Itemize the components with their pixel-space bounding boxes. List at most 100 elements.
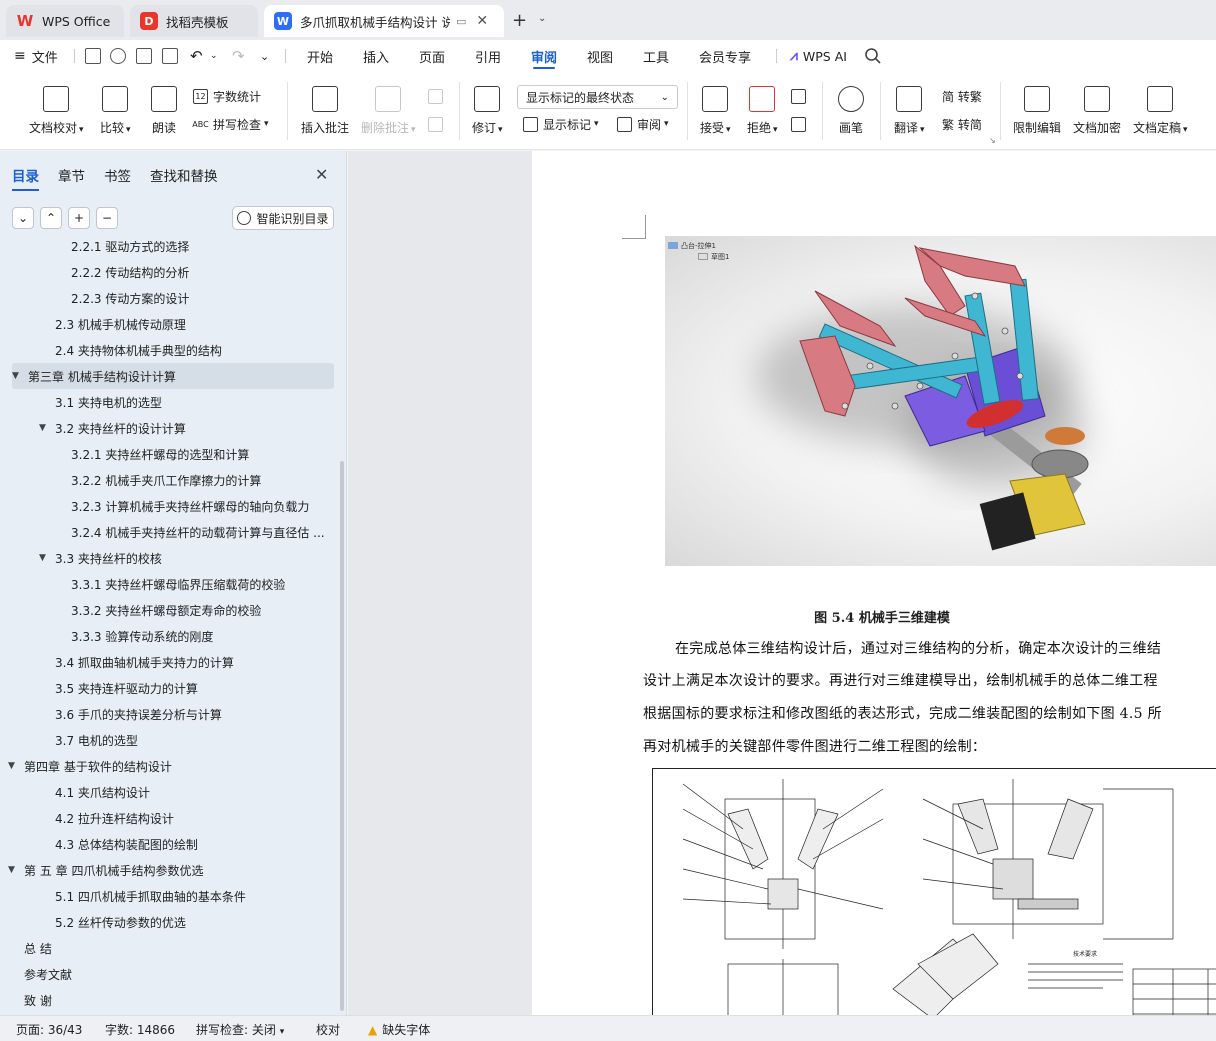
word-count-button[interactable]: 12 字数统计 bbox=[193, 86, 261, 106]
markup-state-select[interactable]: 显示标记的最终状态 ⌄ bbox=[517, 85, 678, 109]
read-aloud-button[interactable]: 朗读 bbox=[151, 72, 177, 136]
proofread-button[interactable]: 文档校对 ▾ bbox=[29, 72, 84, 136]
print-preview-icon[interactable] bbox=[162, 48, 178, 64]
toc-item[interactable]: ▼ 3.2 夹持丝杆的设计计算 bbox=[39, 415, 186, 441]
save-icon[interactable] bbox=[85, 48, 101, 64]
toc-item[interactable]: 2.2.1 驱动方式的选择 bbox=[71, 241, 189, 259]
delete-comment-button[interactable]: 删除批注 ▾ bbox=[361, 72, 416, 136]
tab-wps-office[interactable]: W WPS Office bbox=[6, 5, 124, 37]
toc-item[interactable]: ▼ 第 五 章 四爪机械手结构参数优选 bbox=[8, 857, 203, 883]
word-count[interactable]: 字数: 14866 bbox=[105, 1021, 175, 1038]
collapse-up-button[interactable]: ⌃ bbox=[40, 207, 62, 229]
nav-scrollbar[interactable] bbox=[340, 461, 344, 1011]
reject-button[interactable]: 拒绝 ▾ bbox=[747, 72, 778, 136]
tab-toc[interactable]: 目录 bbox=[12, 165, 39, 191]
toc-item[interactable]: 总 结 bbox=[24, 935, 52, 961]
expand-arrow-icon[interactable]: ▼ bbox=[12, 371, 20, 381]
document-page[interactable]: 凸台-拉伸1 草图1 图 5.4 机械手三维建模 在完成总体三维结构设计后，通过… bbox=[532, 151, 1216, 1015]
spell-check-button[interactable]: ABC 拼写检查 ▾ bbox=[192, 114, 268, 134]
tab-start[interactable]: 开始 bbox=[307, 40, 333, 72]
collapse-down-button[interactable]: ⌄ bbox=[12, 207, 34, 229]
expand-arrow-icon[interactable]: ▼ bbox=[39, 553, 47, 563]
page-indicator[interactable]: 页面: 36/43 bbox=[16, 1021, 82, 1038]
toc-item[interactable]: 2.2.2 传动结构的分析 bbox=[71, 259, 189, 285]
close-icon[interactable]: ✕ bbox=[315, 165, 328, 184]
toc-item[interactable]: 3.3.3 验算传动系统的刚度 bbox=[71, 623, 213, 649]
toc-item[interactable]: 致 谢 bbox=[24, 987, 52, 1013]
next-change-button[interactable] bbox=[791, 114, 811, 134]
proofread-status[interactable]: 校对 bbox=[316, 1021, 340, 1038]
to-simplified-button[interactable]: 繁 转简 bbox=[942, 114, 982, 134]
tab-chapters[interactable]: 章节 bbox=[58, 165, 85, 189]
compare-button[interactable]: 比较 ▾ bbox=[100, 72, 131, 136]
smart-toc-button[interactable]: 智能识别目录 bbox=[232, 206, 334, 230]
share-icon[interactable] bbox=[110, 48, 126, 64]
toc-item[interactable]: 2.4 夹持物体机械手典型的结构 bbox=[55, 337, 222, 363]
toc-item[interactable]: 4.2 拉升连杆结构设计 bbox=[55, 805, 174, 831]
toc-item[interactable]: ▼ 3.3 夹持丝杆的校核 bbox=[39, 545, 162, 571]
toc-item[interactable]: 3.4 抓取曲轴机械手夹持力的计算 bbox=[55, 649, 234, 675]
tab-bookmarks[interactable]: 书签 bbox=[104, 165, 131, 189]
toc-item[interactable]: ▼ 第四章 基于软件的结构设计 bbox=[8, 753, 172, 779]
toc-item[interactable]: 3.2.4 机械手夹持丝杆的动载荷计算与直径估 ... bbox=[71, 519, 325, 545]
toc-item[interactable]: 3.7 电机的选型 bbox=[55, 727, 138, 753]
toc-item[interactable]: 4.3 总体结构装配图的绘制 bbox=[55, 831, 198, 857]
toc-item[interactable]: 3.5 夹持连杆驱动力的计算 bbox=[55, 675, 198, 701]
tab-insert[interactable]: 插入 bbox=[363, 40, 389, 72]
print-icon[interactable] bbox=[136, 48, 152, 64]
toc-item[interactable]: 3.3.2 夹持丝杆螺母额定寿命的校验 bbox=[71, 597, 261, 623]
restrict-edit-button[interactable]: 限制编辑 bbox=[1013, 72, 1061, 136]
toc-item[interactable]: 5.1 四爪机械手抓取曲轴的基本条件 bbox=[55, 883, 246, 909]
revise-button[interactable]: 修订 ▾ bbox=[472, 72, 503, 136]
toc-item[interactable]: 2.3 机械手机械传动原理 bbox=[55, 311, 186, 337]
document-area[interactable]: 凸台-拉伸1 草图1 图 5.4 机械手三维建模 在完成总体三维结构设计后，通过… bbox=[348, 151, 1216, 1015]
missing-font-status[interactable]: ▲ 缺失字体 bbox=[368, 1021, 430, 1038]
undo-icon[interactable]: ↶ bbox=[190, 40, 203, 72]
file-menu[interactable]: ≡ 文件 bbox=[14, 40, 58, 72]
previous-comment-button[interactable] bbox=[428, 86, 448, 106]
tab-view[interactable]: 视图 bbox=[587, 40, 613, 72]
toc-item[interactable]: 3.2.2 机械手夹爪工作摩擦力的计算 bbox=[71, 467, 261, 493]
translate-button[interactable]: 翻译 ▾ bbox=[894, 72, 925, 136]
wps-ai-button[interactable]: ⩘ WPS AI bbox=[790, 40, 847, 72]
show-markup-button[interactable]: 显示标记 ▾ bbox=[523, 114, 599, 134]
toc-item[interactable]: 5.2 丝杆传动参数的优选 bbox=[55, 909, 186, 935]
window-icon[interactable]: ▭ bbox=[456, 15, 466, 28]
expand-arrow-icon[interactable]: ▼ bbox=[8, 761, 16, 771]
close-tab-icon[interactable]: ✕ bbox=[476, 13, 488, 29]
to-traditional-button[interactable]: 简 转繁 bbox=[942, 86, 982, 106]
pen-button[interactable]: 画笔 bbox=[838, 72, 864, 136]
chevron-down-icon[interactable]: ⌄ bbox=[210, 40, 218, 72]
new-tab-button[interactable]: + bbox=[512, 10, 527, 31]
tab-find-replace[interactable]: 查找和替换 bbox=[150, 165, 218, 189]
tab-page[interactable]: 页面 bbox=[419, 40, 445, 72]
toc-item[interactable]: 3.2.3 计算机械手夹持丝杆螺母的轴向负载力 bbox=[71, 493, 309, 519]
chevron-down-icon[interactable]: ⌄ bbox=[538, 13, 546, 24]
tab-document[interactable]: W 多爪抓取机械手结构设计 说明 ▭ ✕ bbox=[264, 5, 504, 37]
tab-tools[interactable]: 工具 bbox=[643, 40, 669, 72]
toc-item[interactable]: 4.1 夹爪结构设计 bbox=[55, 779, 150, 805]
redo-icon[interactable]: ↷ bbox=[232, 40, 245, 72]
encrypt-button[interactable]: 文档加密 bbox=[1073, 72, 1121, 136]
spell-check-status[interactable]: 拼写检查: 关闭 ▾ bbox=[196, 1021, 284, 1038]
finalize-button[interactable]: 文档定稿 ▾ bbox=[1133, 72, 1188, 136]
insert-comment-button[interactable]: 插入批注 bbox=[301, 72, 349, 136]
add-heading-button[interactable]: + bbox=[68, 207, 90, 229]
tab-find-template[interactable]: D 找稻壳模板 bbox=[130, 5, 258, 37]
previous-change-button[interactable] bbox=[791, 86, 811, 106]
more-quick-access-icon[interactable]: ⌄ bbox=[260, 40, 269, 72]
toc-item[interactable]: 2.2.3 传动方案的设计 bbox=[71, 285, 189, 311]
toc-item[interactable]: 参考文献 bbox=[24, 961, 72, 987]
toc-item[interactable]: 3.2.1 夹持丝杆螺母的选型和计算 bbox=[71, 441, 249, 467]
expand-arrow-icon[interactable]: ▼ bbox=[39, 423, 47, 433]
remove-heading-button[interactable]: − bbox=[96, 207, 118, 229]
toc-item[interactable]: 3.3.1 夹持丝杆螺母临界压缩载荷的校验 bbox=[71, 571, 285, 597]
toc-item[interactable]: ▼ 第三章 机械手结构设计计算 bbox=[12, 363, 334, 389]
expand-arrow-icon[interactable]: ▼ bbox=[8, 865, 16, 875]
review-pane-button[interactable]: 审阅 ▾ bbox=[617, 114, 669, 134]
search-icon[interactable] bbox=[864, 47, 882, 65]
tab-references[interactable]: 引用 bbox=[475, 40, 501, 72]
expand-group-icon[interactable]: ↘ bbox=[989, 136, 996, 145]
tab-member[interactable]: 会员专享 bbox=[699, 40, 751, 72]
toc-item[interactable]: 3.1 夹持电机的选型 bbox=[55, 389, 162, 415]
